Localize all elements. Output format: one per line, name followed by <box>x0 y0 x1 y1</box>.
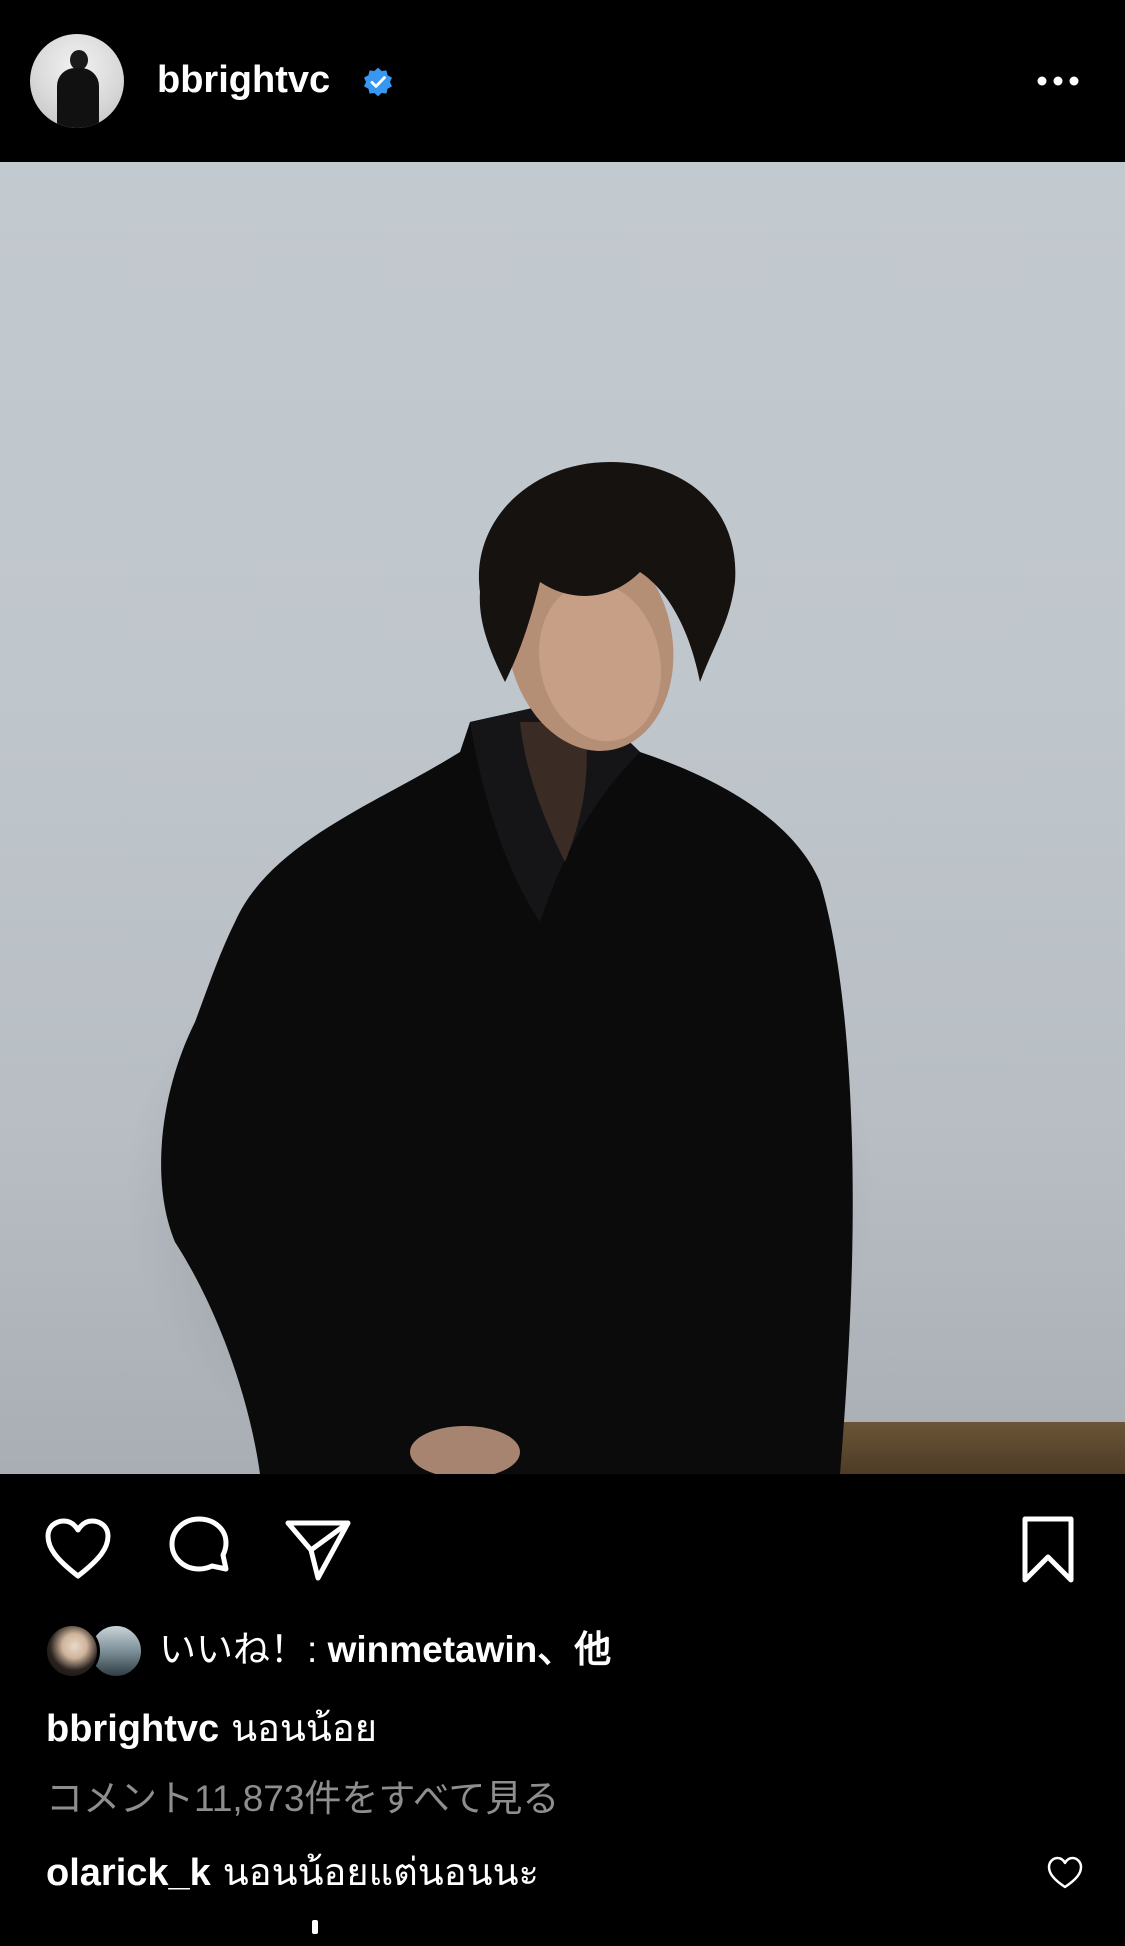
caption-text: นอนน้อย <box>231 1708 377 1750</box>
comment-username[interactable]: olarick_k <box>46 1852 211 1894</box>
post-username[interactable]: bbrightvc <box>157 58 330 102</box>
avatar-figure-head <box>70 50 88 70</box>
profile-avatar[interactable] <box>30 34 124 128</box>
view-all-comments-link[interactable]: コメント11,873件をすべて見る <box>46 1776 559 1822</box>
liker-avatar <box>44 1623 100 1679</box>
paper-plane-icon[interactable] <box>282 1514 354 1586</box>
photo-subject <box>161 462 853 1474</box>
post-caption: bbrightvc นอนน้อย <box>46 1706 377 1752</box>
likes-row[interactable]: いいね！: winmetawin、他 <box>44 1620 1044 1679</box>
comment-item: olarick_k นอนน้อยแต่นอนนะ <box>46 1850 539 1896</box>
comment-text: นอนน้อยแต่นอนนะ <box>222 1852 539 1894</box>
heart-icon[interactable] <box>1046 1855 1084 1891</box>
action-bar <box>0 1474 1125 1614</box>
post-header: bbrightvc <box>0 0 1125 162</box>
avatar-figure-body <box>57 68 99 128</box>
likes-text[interactable]: いいね！: winmetawin、他 <box>159 1628 611 1672</box>
caption-username[interactable]: bbrightvc <box>46 1708 219 1750</box>
verified-badge-icon <box>364 67 392 97</box>
scroll-indicator <box>312 1920 318 1934</box>
comment-icon[interactable] <box>163 1514 235 1586</box>
post-photo[interactable] <box>0 162 1125 1474</box>
heart-icon[interactable] <box>42 1514 114 1586</box>
more-options-icon[interactable] <box>1035 66 1081 96</box>
likes-prefix: いいね！: <box>159 1629 328 1670</box>
bookmark-icon[interactable] <box>1012 1514 1084 1586</box>
likes-suffix[interactable]: 、他 <box>537 1629 611 1670</box>
likes-username[interactable]: winmetawin <box>328 1629 538 1670</box>
